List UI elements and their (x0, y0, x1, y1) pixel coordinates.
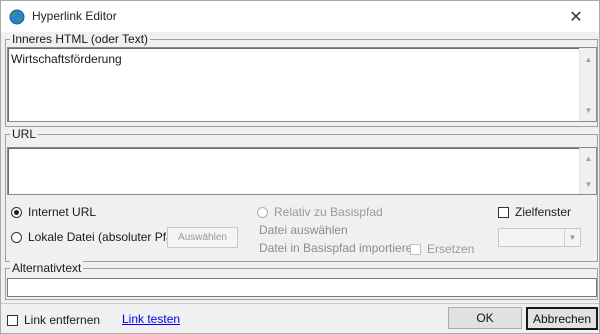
target-window-checkbox-box[interactable] (498, 206, 509, 218)
radio-local-file-label: Lokale Datei (absoluter Pfad (28, 230, 167, 244)
radio-local-file-indicator[interactable] (11, 231, 22, 243)
url-scrollbar[interactable]: ▲ ▼ (579, 148, 596, 194)
close-icon: ✕ (569, 8, 583, 26)
scroll-down-icon[interactable]: ▼ (580, 102, 596, 118)
inner-html-value: Wirtschaftsförderung (11, 52, 122, 66)
inner-html-scrollbar[interactable]: ▲ ▼ (579, 48, 596, 121)
replace-checkbox-label: Ersetzen (427, 242, 475, 256)
remove-link-checkbox-box[interactable] (7, 314, 18, 326)
target-window-label: Zielfenster (515, 205, 572, 219)
import-to-base-path-label: Datei in Basispfad importieren (259, 241, 420, 255)
target-window-checkbox[interactable]: Zielfenster (498, 205, 571, 219)
window-title: Hyperlink Editor (32, 9, 117, 23)
inner-html-legend: Inneres HTML (oder Text) (10, 32, 151, 46)
url-textarea[interactable]: ▲ ▼ (7, 147, 597, 195)
radio-relative-base-path[interactable]: Relativ zu Basispfad (257, 205, 383, 219)
select-file-label: Datei auswählen (259, 223, 348, 237)
title-bar[interactable]: Hyperlink Editor ✕ (1, 1, 599, 32)
radio-relative-indicator[interactable] (257, 206, 268, 218)
target-window-select[interactable]: ▼ (498, 228, 581, 247)
test-link[interactable]: Link testen (122, 312, 180, 326)
scroll-down-icon[interactable]: ▼ (580, 176, 596, 192)
scroll-up-icon[interactable]: ▲ (580, 150, 596, 166)
radio-internet-url-label: Internet URL (28, 205, 97, 219)
footer-divider (1, 303, 599, 304)
replace-checkbox[interactable]: Ersetzen (410, 242, 474, 256)
inner-html-textarea[interactable]: Wirtschaftsförderung ▲ ▼ (7, 47, 597, 122)
hyperlink-editor-dialog: Hyperlink Editor ✕ Inneres HTML (oder Te… (0, 0, 600, 334)
remove-link-checkbox[interactable]: Link entfernen (7, 313, 100, 327)
browse-button[interactable]: Auswählen (167, 227, 238, 248)
url-legend: URL (10, 127, 39, 141)
globe-icon (9, 9, 25, 25)
cancel-button[interactable]: Abbrechen (526, 307, 598, 330)
alt-text-legend: Alternativtext (10, 261, 84, 275)
chevron-down-icon[interactable]: ▼ (564, 229, 580, 246)
radio-relative-label: Relativ zu Basispfad (274, 205, 383, 219)
radio-internet-url[interactable]: Internet URL (11, 205, 96, 219)
radio-internet-url-indicator[interactable] (11, 206, 22, 218)
close-button[interactable]: ✕ (553, 1, 599, 32)
scroll-up-icon[interactable]: ▲ (580, 51, 596, 67)
alt-text-input[interactable] (7, 278, 597, 297)
ok-button[interactable]: OK (448, 307, 522, 329)
remove-link-label: Link entfernen (24, 313, 101, 327)
replace-checkbox-box[interactable] (410, 243, 421, 255)
radio-local-file[interactable]: Lokale Datei (absoluter Pfad (11, 230, 167, 244)
